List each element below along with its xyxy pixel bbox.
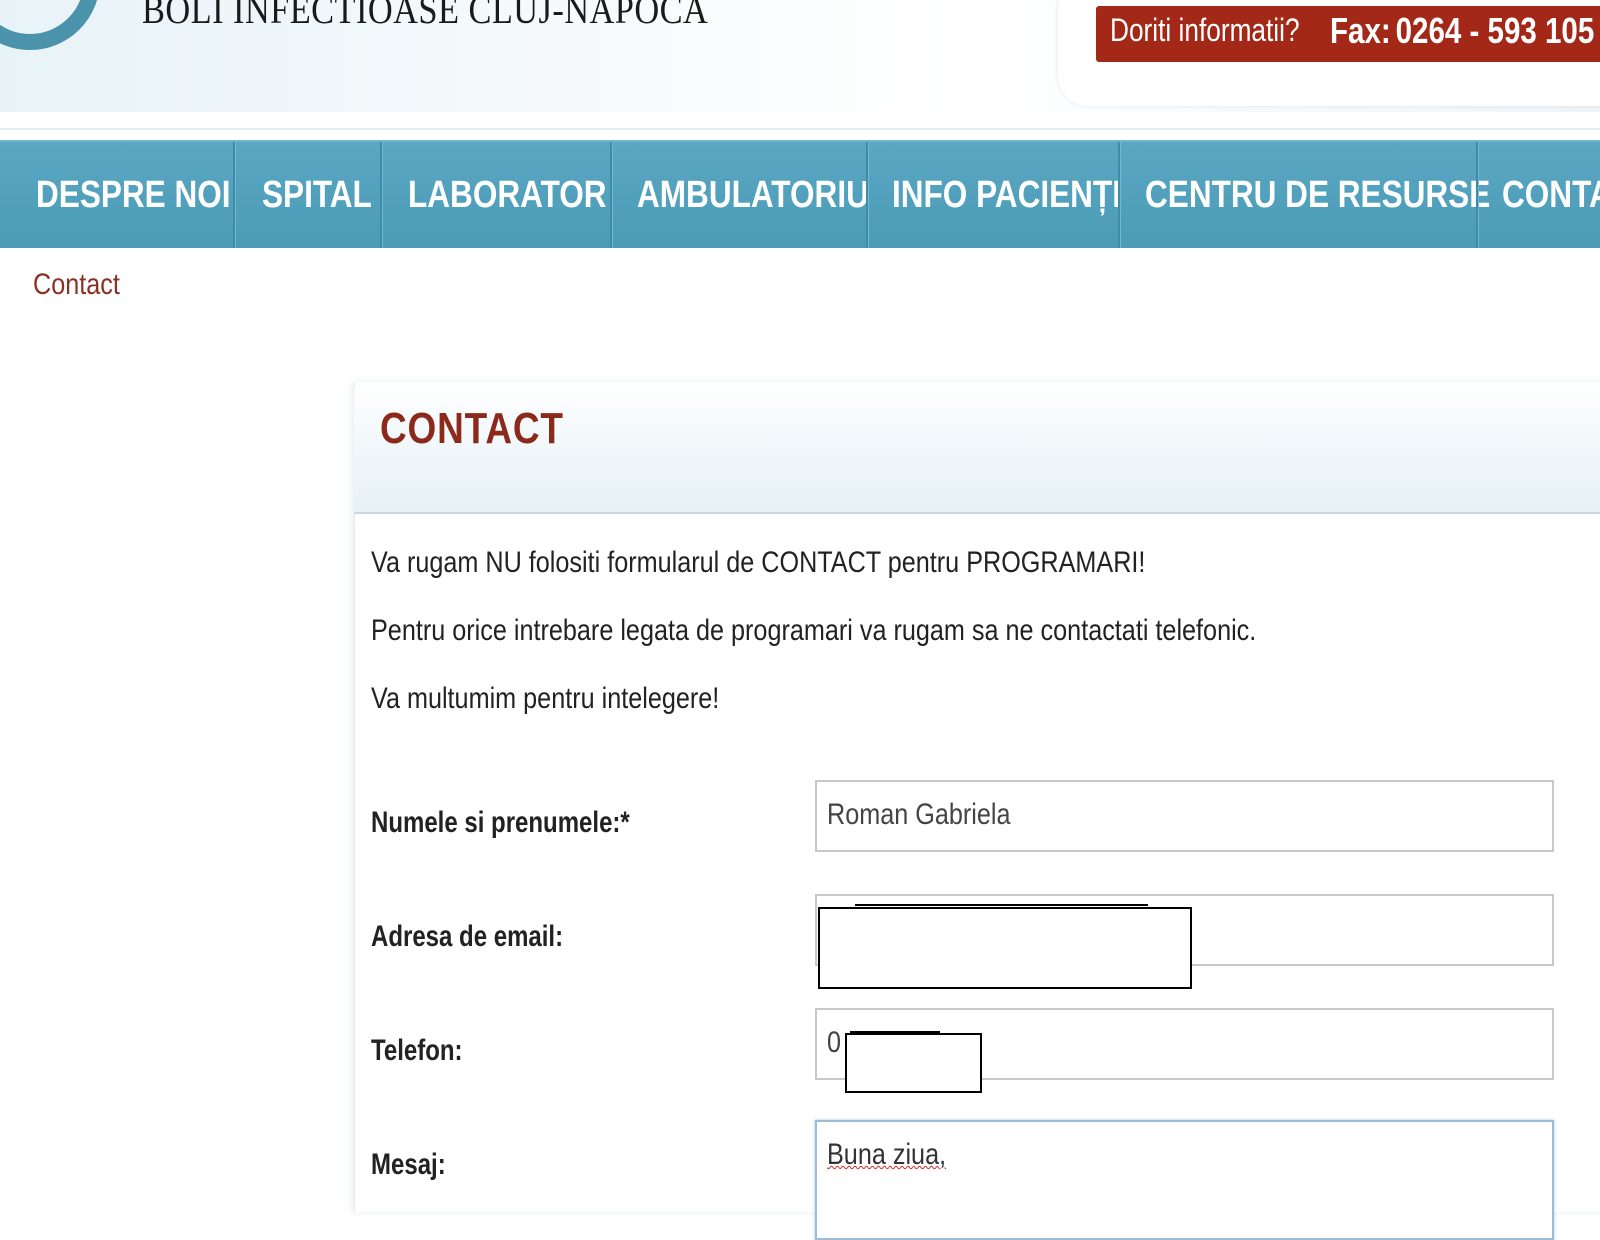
notice-no-appointments: Va rugam NU folositi formularul de CONTA… (371, 546, 1146, 579)
nav-separator (380, 142, 383, 248)
nav-separator (1118, 142, 1121, 248)
main-nav: DESPRE NOI SPITAL LABORATOR AMBULATORIU … (0, 140, 1600, 248)
info-label: Doriti informatii? (1110, 12, 1300, 48)
name-field[interactable]: Roman Gabriela (815, 780, 1554, 852)
nav-item-centru-de-resurse[interactable]: CENTRU DE RESURSE (1145, 142, 1561, 248)
nav-separator (866, 142, 869, 248)
header-divider (0, 128, 1600, 130)
message-textarea[interactable]: Buna ziua, (815, 1120, 1554, 1240)
nav-separator (1476, 142, 1479, 248)
email-redaction-box (818, 907, 1192, 989)
site-title[interactable]: BOLI INFECTIOASE CLUJ-NAPOCA (142, 0, 708, 33)
notice-call-by-phone: Pentru orice intrebare legata de program… (371, 614, 1257, 647)
message-value: Buna ziua, (827, 1138, 947, 1171)
nav-separator (610, 142, 613, 248)
nav-separator (233, 142, 236, 248)
name-value: Roman Gabriela (827, 798, 1011, 831)
email-label: Adresa de email: (371, 920, 564, 953)
hospital-logo[interactable] (0, 0, 100, 50)
fax-number: 0264 - 593 105 (1395, 10, 1595, 51)
name-label: Numele si prenumele:* (371, 806, 630, 839)
breadcrumb[interactable]: Contact (33, 268, 120, 302)
message-label: Mesaj: (371, 1148, 446, 1181)
phone-value: 0 (827, 1026, 842, 1059)
phone-label: Telefon: (371, 1034, 463, 1067)
nav-item-info-pacienti[interactable]: INFO PACIENȚI (892, 142, 1168, 248)
fax-label: Fax: (1330, 10, 1391, 51)
info-bar: Doriti informatii? Fax: 0264 - 593 105 (1096, 6, 1600, 62)
nav-item-spital[interactable]: SPITAL (262, 142, 394, 248)
notice-thanks: Va multumim pentru intelegere! (371, 682, 720, 715)
fax-info: Fax: 0264 - 593 105 (1330, 10, 1594, 52)
phone-redaction-box (845, 1033, 982, 1093)
nav-item-contact[interactable]: CONTA (1502, 142, 1600, 248)
nav-item-ambulatoriu[interactable]: AMBULATORIU (637, 142, 916, 248)
redaction-edge (855, 904, 1148, 906)
page-title: CONTACT (380, 404, 564, 453)
